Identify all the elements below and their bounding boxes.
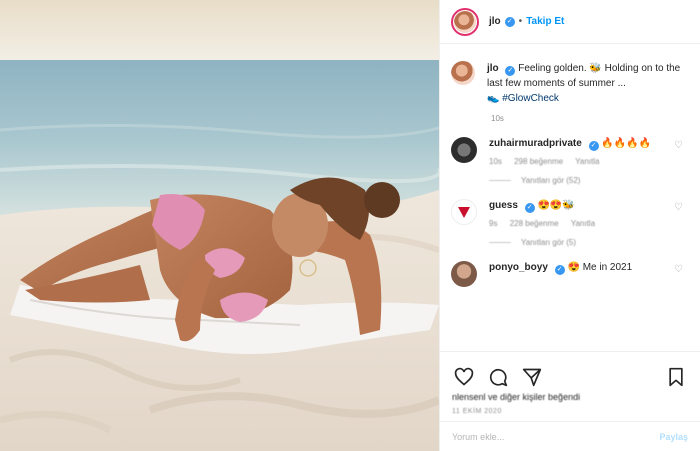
post-photo[interactable] (0, 0, 439, 451)
author-username[interactable]: jlo (489, 16, 501, 27)
caption-avatar[interactable] (451, 61, 475, 85)
view-replies-button[interactable]: Yanıtları gör (52) (489, 176, 659, 185)
commenter-username[interactable]: guess (489, 200, 518, 211)
verified-badge-icon: ✓ (524, 203, 535, 213)
post-comment-button[interactable]: Paylaş (659, 432, 688, 442)
comment-like-heart-icon[interactable]: ♡ (674, 203, 684, 213)
author-avatar[interactable] (451, 7, 479, 36)
commenter-avatar[interactable] (451, 261, 477, 287)
follow-button[interactable]: Takip Et (526, 16, 564, 27)
comment-icon[interactable] (488, 367, 508, 387)
caption-timestamp: 10s (491, 114, 504, 123)
comment-item: zuhairmuradprivate ✓ 🔥🔥🔥🔥 10s 298 beğenm… (451, 137, 688, 185)
comment-like-heart-icon[interactable]: ♡ (674, 265, 684, 275)
verified-badge-icon: ✓ (554, 265, 565, 275)
commenter-username[interactable]: zuhairmuradprivate (489, 138, 582, 149)
caption-emoji: 👟 (487, 93, 500, 104)
verified-badge-icon: ✓ (588, 141, 599, 151)
comment-text: 😍 Me in 2021 (567, 262, 633, 273)
view-replies-button[interactable]: Yanıtları gör (5) (489, 238, 659, 247)
comment-likes[interactable]: 228 beğenme (510, 219, 559, 228)
verified-badge-icon: ✓ (504, 16, 515, 27)
likes-summary[interactable]: nlensenl ve diğer kişiler beğendi (452, 392, 580, 402)
header-separator: • (518, 16, 523, 27)
comment-like-heart-icon[interactable]: ♡ (674, 141, 684, 151)
heart-icon[interactable] (454, 367, 474, 387)
post-side-panel: jlo ✓ • Takip Et jlo ✓ Feeling golden. 🐝… (439, 0, 700, 451)
paper-plane-icon[interactable] (522, 367, 542, 387)
post-caption: jlo ✓ Feeling golden. 🐝 Holding on to th… (451, 61, 688, 106)
beach-photo-image (0, 0, 439, 451)
post-header: jlo ✓ • Takip Et (440, 0, 700, 44)
comments-list[interactable]: jlo ✓ Feeling golden. 🐝 Holding on to th… (440, 45, 700, 351)
commenter-avatar[interactable] (451, 199, 477, 225)
action-bar (440, 351, 700, 391)
verified-badge-icon: ✓ (505, 66, 516, 76)
comment-likes[interactable]: 298 beğenme (514, 157, 563, 166)
caption-text: Feeling golden. 🐝 Holding on to the last… (487, 63, 681, 89)
comment-text: 🔥🔥🔥🔥 (601, 138, 652, 149)
reply-button[interactable]: Yanıtla (571, 219, 595, 228)
comment-text: 😍😍🐝 (537, 200, 575, 211)
view-replies-label: Yanıtları gör (5) (521, 238, 576, 247)
reply-button[interactable]: Yanıtla (575, 157, 599, 166)
add-comment-bar: Yorum ekle... Paylaş (440, 421, 700, 451)
comment-time: 10s (489, 157, 502, 166)
comment-input[interactable]: Yorum ekle... (452, 432, 659, 442)
commenter-avatar[interactable] (451, 137, 477, 163)
instagram-post: jlo ✓ • Takip Et jlo ✓ Feeling golden. 🐝… (0, 0, 700, 451)
caption-hashtag[interactable]: #GlowCheck (502, 93, 559, 104)
comment-item: guess ✓ 😍😍🐝 9s 228 beğenme Yanıtla Yanıt… (451, 199, 688, 247)
caption-username[interactable]: jlo (487, 63, 499, 74)
view-replies-label: Yanıtları gör (52) (521, 176, 581, 185)
post-date: 11 EKİM 2020 (452, 408, 502, 415)
guess-triangle-logo-icon (458, 207, 470, 218)
comment-time: 9s (489, 219, 498, 228)
commenter-username[interactable]: ponyo_boyy (489, 262, 548, 273)
bookmark-icon[interactable] (666, 367, 686, 387)
comment-item: ponyo_boyy ✓ 😍 Me in 2021 ♡ (451, 261, 688, 287)
